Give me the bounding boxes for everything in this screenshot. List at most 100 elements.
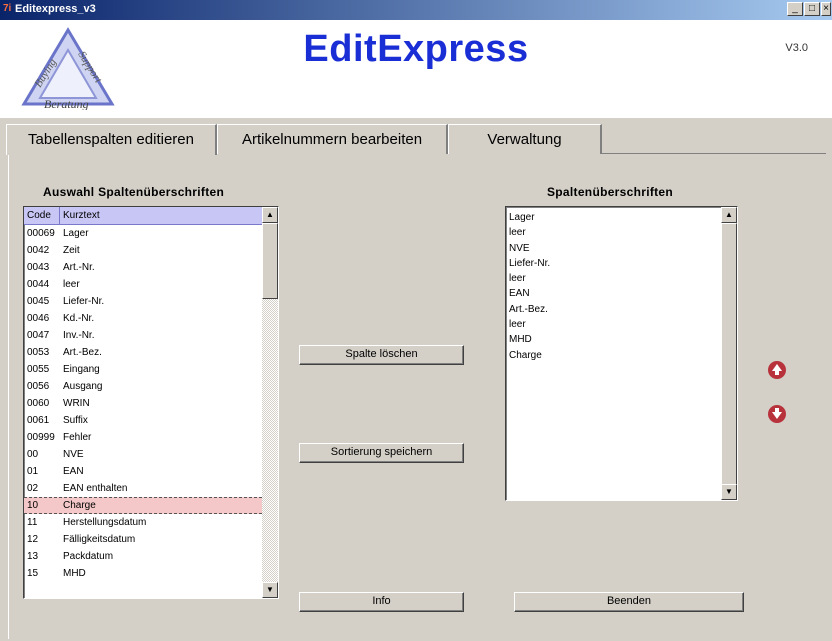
table-row[interactable]: 0056 Ausgang — [24, 378, 262, 395]
table-row[interactable]: 0061 Suffix — [24, 412, 262, 429]
cell-kurztext: EAN enthalten — [63, 483, 128, 494]
scroll-up-button[interactable]: ▲ — [721, 207, 737, 223]
cell-kurztext: NVE — [63, 449, 84, 460]
cell-kurztext: Fälligkeitsdatum — [63, 534, 136, 545]
cell-kurztext: Lager — [63, 228, 89, 239]
cell-kurztext: Eingang — [63, 364, 100, 375]
cell-code: 10 — [27, 500, 39, 511]
table-row[interactable]: 12 Fälligkeitsdatum — [24, 531, 262, 548]
app-icon: 7i — [3, 3, 12, 14]
list-item[interactable]: Charge — [509, 348, 718, 363]
cell-code: 0043 — [27, 262, 50, 273]
cell-code: 00069 — [27, 228, 55, 239]
table-row[interactable]: 00999 Fehler — [24, 429, 262, 446]
move-up-arrow-icon[interactable] — [768, 361, 786, 379]
table-row[interactable]: 01 EAN — [24, 463, 262, 480]
table-row[interactable]: 0045 Liefer-Nr. — [24, 293, 262, 310]
right-list-title: Spaltenüberschriften — [547, 185, 674, 199]
list-rows: 00069 Lager 0042 Zeit 0043 Art.-Nr. 0044 leer 00… — [24, 225, 262, 582]
tab-tabellenspalten[interactable]: Tabellenspalten editieren — [6, 124, 217, 155]
cell-kurztext: Packdatum — [63, 551, 114, 562]
window-client: Support Buying Beratung EditExpress V3.0… — [0, 20, 832, 641]
window-title: Editexpress_v3 — [15, 3, 96, 15]
list-item[interactable]: Lager — [509, 210, 718, 225]
cell-code: 13 — [27, 551, 39, 562]
cell-code: 0047 — [27, 330, 50, 341]
list-item[interactable]: Art.-Bez. — [509, 302, 718, 317]
cell-code: 12 — [27, 534, 39, 545]
cell-kurztext: Inv.-Nr. — [63, 330, 95, 341]
scroll-down-button[interactable]: ▼ — [262, 582, 278, 598]
list-item[interactable]: Liefer-Nr. — [509, 256, 718, 271]
cell-code: 11 — [27, 517, 38, 528]
cell-code: 0042 — [27, 245, 50, 256]
tab-panel: Auswahl Spaltenüberschriften Code Kurzte… — [8, 155, 826, 639]
table-row[interactable]: 13 Packdatum — [24, 548, 262, 565]
cell-kurztext: Art.-Nr. — [63, 262, 95, 273]
table-row[interactable]: 0046 Kd.-Nr. — [24, 310, 262, 327]
left-list-scrollbar[interactable]: ▲ ▼ — [262, 207, 278, 598]
cell-kurztext: leer — [63, 279, 80, 290]
tab-verwaltung[interactable]: Verwaltung — [448, 124, 602, 154]
cell-kurztext: Herstellungsdatum — [63, 517, 147, 528]
cell-kurztext: Charge — [63, 500, 96, 511]
table-row[interactable]: 0043 Art.-Nr. — [24, 259, 262, 276]
scroll-thumb[interactable] — [262, 223, 278, 299]
table-row[interactable]: 00 NVE — [24, 446, 262, 463]
cell-code: 00 — [27, 449, 39, 460]
cell-code: 0055 — [27, 364, 50, 375]
column-headings-list[interactable]: Lager leer NVE Liefer-Nr. leer EAN Art.-Bez. le… — [505, 206, 738, 501]
cell-kurztext: Kd.-Nr. — [63, 313, 95, 324]
minimize-button[interactable]: _ — [787, 2, 803, 16]
header: Support Buying Beratung EditExpress V3.0 — [0, 20, 832, 118]
app-title: EditExpress — [303, 28, 529, 70]
move-down-arrow-icon[interactable] — [768, 405, 786, 423]
table-row[interactable]: 0044 leer — [24, 276, 262, 293]
cell-kurztext: MHD — [63, 568, 86, 579]
scroll-up-button[interactable]: ▲ — [262, 207, 278, 223]
cell-code: 0046 — [27, 313, 50, 324]
table-row[interactable]: 0053 Art.-Bez. — [24, 344, 262, 361]
list-item[interactable]: NVE — [509, 241, 718, 256]
table-row[interactable]: 0047 Inv.-Nr. — [24, 327, 262, 344]
scroll-down-button[interactable]: ▼ — [721, 484, 737, 500]
table-row[interactable]: 15 MHD — [24, 565, 262, 582]
table-row[interactable]: 02 EAN enthalten — [24, 480, 262, 497]
cell-kurztext: Ausgang — [63, 381, 103, 392]
table-row[interactable]: 10 Charge — [24, 497, 262, 514]
list-item[interactable]: MHD — [509, 332, 718, 347]
cell-kurztext: EAN — [63, 466, 84, 477]
table-row[interactable]: 0042 Zeit — [24, 242, 262, 259]
close-button[interactable]: × — [821, 2, 831, 16]
list-item[interactable]: EAN — [509, 286, 718, 301]
cell-code: 02 — [27, 483, 39, 494]
list-item[interactable]: leer — [509, 225, 718, 240]
column-header-code[interactable]: Code — [24, 207, 60, 224]
right-list-scrollbar[interactable]: ▲ ▼ — [721, 207, 737, 500]
cell-kurztext: WRIN — [63, 398, 90, 409]
list-header: Code Kurztext — [24, 207, 262, 225]
cell-kurztext: Fehler — [63, 432, 92, 443]
cell-code: 0045 — [27, 296, 50, 307]
table-row[interactable]: 0055 Eingang — [24, 361, 262, 378]
cell-code: 0053 — [27, 347, 50, 358]
heading-items: Lager leer NVE Liefer-Nr. leer EAN Art.-Bez. le… — [506, 207, 721, 366]
cell-code: 15 — [27, 568, 39, 579]
list-item[interactable]: leer — [509, 317, 718, 332]
save-sorting-button[interactable]: Sortierung speichern — [299, 443, 464, 463]
exit-button[interactable]: Beenden — [514, 592, 744, 612]
cell-code: 0060 — [27, 398, 50, 409]
scroll-thumb[interactable] — [721, 223, 737, 486]
tab-artikelnummern[interactable]: Artikelnummern bearbeiten — [217, 124, 448, 154]
table-row[interactable]: 11 Herstellungsdatum — [24, 514, 262, 531]
table-row[interactable]: 0060 WRIN — [24, 395, 262, 412]
window-titlebar: 7i Editexpress_v3 _ □ × — [0, 0, 832, 20]
list-item[interactable]: leer — [509, 271, 718, 286]
column-selection-list[interactable]: Code Kurztext 00069 Lager 0042 Zeit 0043 Art.… — [23, 206, 279, 599]
delete-column-button[interactable]: Spalte löschen — [299, 345, 464, 365]
column-header-kurztext[interactable]: Kurztext — [60, 207, 262, 224]
maximize-button[interactable]: □ — [804, 2, 820, 16]
table-row[interactable]: 00069 Lager — [24, 225, 262, 242]
cell-kurztext: Art.-Bez. — [63, 347, 102, 358]
info-button[interactable]: Info — [299, 592, 464, 612]
